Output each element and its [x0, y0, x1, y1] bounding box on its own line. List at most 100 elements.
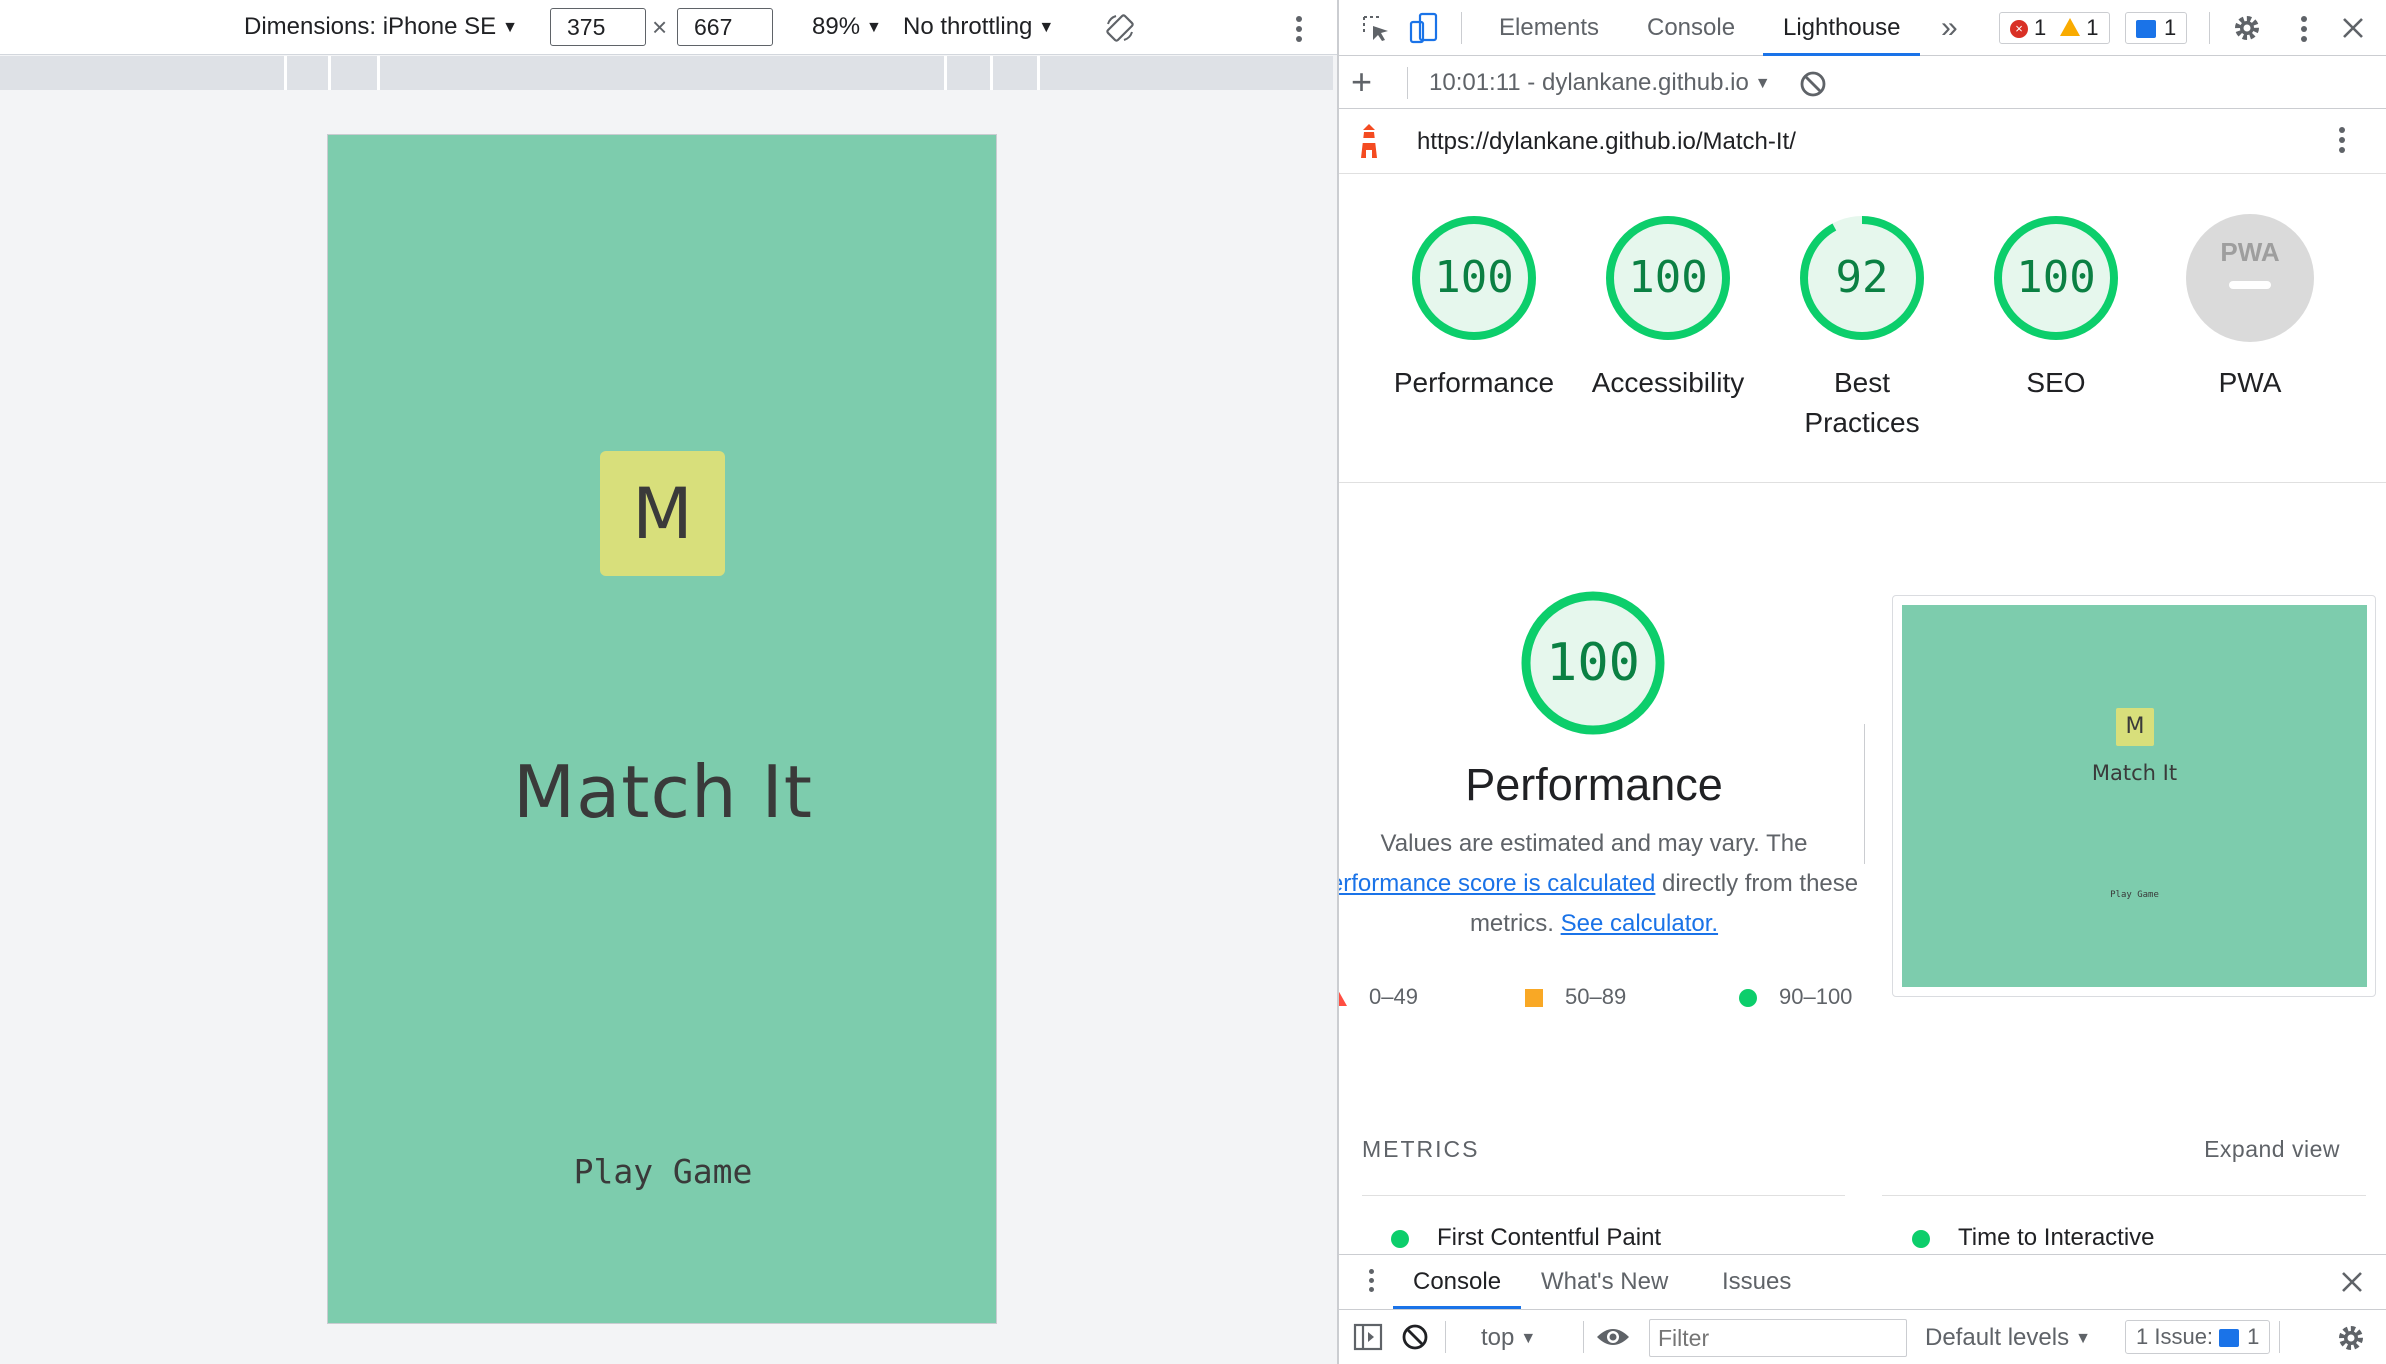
- pass-circle-icon: [1739, 989, 1757, 1008]
- gauge-accessibility[interactable]: 100 Accessibility: [1568, 213, 1768, 403]
- live-expression-eye-icon[interactable]: [1595, 1325, 1631, 1349]
- issues-counter[interactable]: 1: [2125, 12, 2188, 44]
- gauge-label: Accessibility: [1591, 367, 1745, 398]
- tab-lighthouse[interactable]: Lighthouse: [1762, 0, 1921, 56]
- error-count: 1: [2034, 15, 2047, 40]
- pass-circle-icon: [1391, 1229, 1409, 1248]
- more-tabs-icon[interactable]: »: [1941, 0, 1958, 56]
- context-selector[interactable]: top ▼: [1481, 1323, 1536, 1356]
- metrics-divider: [1882, 1195, 2366, 1196]
- drawer-tab-issues[interactable]: Issues: [1722, 1255, 1791, 1309]
- dimension-separator: ×: [652, 12, 668, 42]
- drawer-tabbar: Console What's New Issues: [1339, 1254, 2386, 1310]
- devtools-tabbar: Elements Console Lighthouse » × 1 1 1: [1339, 0, 2386, 56]
- legend-fail-label: 0–49: [1369, 984, 1418, 1009]
- performance-description: Values are estimated and may vary. The e…: [1339, 824, 1859, 944]
- more-options-icon[interactable]: [1296, 16, 1302, 46]
- gauge-best-practices[interactable]: 92 Best Practices: [1762, 213, 1962, 443]
- expand-view-toggle[interactable]: Expand view: [2204, 1136, 2340, 1163]
- add-report-icon[interactable]: +: [1351, 63, 1372, 101]
- thumbnail-logo: M: [2116, 708, 2154, 746]
- sidebar-toggle-icon[interactable]: [1353, 1323, 1383, 1351]
- error-icon: ×: [2010, 20, 2028, 39]
- issues-indicator[interactable]: 1 Issue: 1: [2125, 1320, 2271, 1354]
- screen: Dimensions: iPhone SE ▼ × 89% ▼ No throttl…: [0, 0, 2386, 1364]
- console-filter-input[interactable]: [1649, 1319, 1907, 1357]
- report-url[interactable]: https://dylankane.github.io/Match-It/: [1417, 128, 1796, 156]
- throttling-label: No throttling: [903, 13, 1033, 40]
- legend-pass: 90–100: [1739, 984, 1852, 1010]
- gauge-pwa[interactable]: PWA PWA: [2150, 213, 2350, 403]
- issues-label: 1 Issue:: [2136, 1324, 2214, 1349]
- drawer-tab-whats-new[interactable]: What's New: [1541, 1255, 1668, 1309]
- performance-section: 100 Performance Values are estimated and…: [1339, 484, 2386, 1254]
- console-settings-gear-icon[interactable]: [2335, 1322, 2367, 1354]
- height-input[interactable]: [677, 8, 773, 46]
- performance-gauge: 100: [1519, 589, 1667, 737]
- report-menu-icon[interactable]: [2339, 127, 2345, 157]
- customize-devtools-icon[interactable]: [2301, 16, 2307, 46]
- device-selector[interactable]: Dimensions: iPhone SE ▼: [244, 13, 518, 44]
- performance-score: 100: [1546, 633, 1640, 693]
- zoom-selector[interactable]: 89% ▼: [812, 13, 882, 44]
- media-query-ruler[interactable]: [0, 56, 1333, 90]
- message-icon: [2136, 20, 2156, 39]
- messages-count: 1: [2164, 15, 2177, 40]
- device-viewport: M Match It Play Game: [327, 134, 997, 1324]
- gauge-score: 92: [1835, 252, 1889, 303]
- gauge-label-line-1: Best: [1833, 367, 1891, 398]
- caret-down-icon: ▼: [1754, 75, 1771, 92]
- inspect-element-icon[interactable]: [1361, 14, 1391, 44]
- warning-icon: [2060, 18, 2081, 37]
- device-toolbar: Dimensions: iPhone SE ▼ × 89% ▼ No throttl…: [0, 0, 1337, 55]
- zoom-label: 89%: [812, 13, 861, 40]
- gauge-score: 100: [1628, 252, 1708, 303]
- legend-average-label: 50–89: [1565, 984, 1627, 1009]
- tab-console[interactable]: Console: [1647, 0, 1735, 56]
- gauge-score: 100: [2016, 252, 2096, 303]
- caret-down-icon: ▼: [1520, 1330, 1537, 1347]
- screenshot-thumbnail: M Match It Play Game: [1902, 605, 2367, 987]
- final-screenshot[interactable]: M Match It Play Game: [1892, 595, 2376, 997]
- section-divider: [1864, 724, 1865, 864]
- gauge-label: Performance: [1393, 367, 1555, 398]
- gauge-label-line-2: Practices: [1804, 407, 1920, 438]
- settings-gear-icon[interactable]: [2231, 12, 2263, 44]
- caret-down-icon: ▼: [502, 19, 518, 36]
- close-drawer-icon[interactable]: [2339, 1269, 2365, 1295]
- report-url-bar: https://dylankane.github.io/Match-It/: [1339, 110, 2386, 174]
- play-game-button[interactable]: Play Game: [328, 1152, 998, 1191]
- drawer-tab-console[interactable]: Console: [1392, 1255, 1522, 1309]
- score-calculated-link[interactable]: erformance score is calculated: [1339, 870, 1655, 897]
- see-calculator-link[interactable]: See calculator.: [1561, 910, 1718, 937]
- log-levels-selector[interactable]: Default levels ▼: [1925, 1323, 2091, 1356]
- lighthouse-toolbar: + 10:01:11 - dylankane.github.io ▼: [1339, 57, 2386, 109]
- metrics-divider: [1362, 1195, 1845, 1196]
- error-warning-counter[interactable]: × 1 1: [1999, 12, 2110, 44]
- gauge-performance[interactable]: 100 Performance: [1374, 213, 1574, 403]
- thumbnail-title: Match It: [2091, 761, 2178, 785]
- fail-triangle-icon: [1339, 990, 1347, 1007]
- pwa-badge-text: PWA: [2220, 237, 2279, 267]
- rotate-icon[interactable]: [1104, 12, 1136, 44]
- legend-pass-label: 90–100: [1779, 984, 1853, 1009]
- device-emulation-pane: Dimensions: iPhone SE ▼ × 89% ▼ No throttl…: [0, 0, 1337, 1364]
- gauge-label: SEO: [2026, 367, 2086, 398]
- metric-label: Time to Interactive: [1958, 1224, 2155, 1251]
- tab-elements[interactable]: Elements: [1499, 0, 1599, 56]
- clear-console-icon[interactable]: [1401, 1323, 1429, 1351]
- throttling-selector[interactable]: No throttling ▼: [903, 13, 1054, 44]
- report-selector[interactable]: 10:01:11 - dylankane.github.io ▼: [1429, 68, 1771, 101]
- message-icon: [2219, 1329, 2240, 1348]
- width-input[interactable]: [550, 8, 646, 46]
- device-toolbar-icon[interactable]: [1409, 12, 1439, 44]
- device-selector-label: Dimensions: iPhone SE: [244, 13, 497, 40]
- clear-reports-icon[interactable]: [1799, 70, 1827, 98]
- drawer-menu-icon[interactable]: [1369, 1269, 1374, 1296]
- score-gauges: 100 Performance 100 Accessibility 92 Bes…: [1339, 175, 2386, 483]
- caret-down-icon: ▼: [2075, 1330, 2091, 1347]
- gauge-seo[interactable]: 100 SEO: [1956, 213, 2156, 403]
- app-logo: M: [600, 451, 725, 576]
- gauge-score: 100: [1434, 252, 1514, 303]
- close-devtools-icon[interactable]: [2339, 14, 2367, 42]
